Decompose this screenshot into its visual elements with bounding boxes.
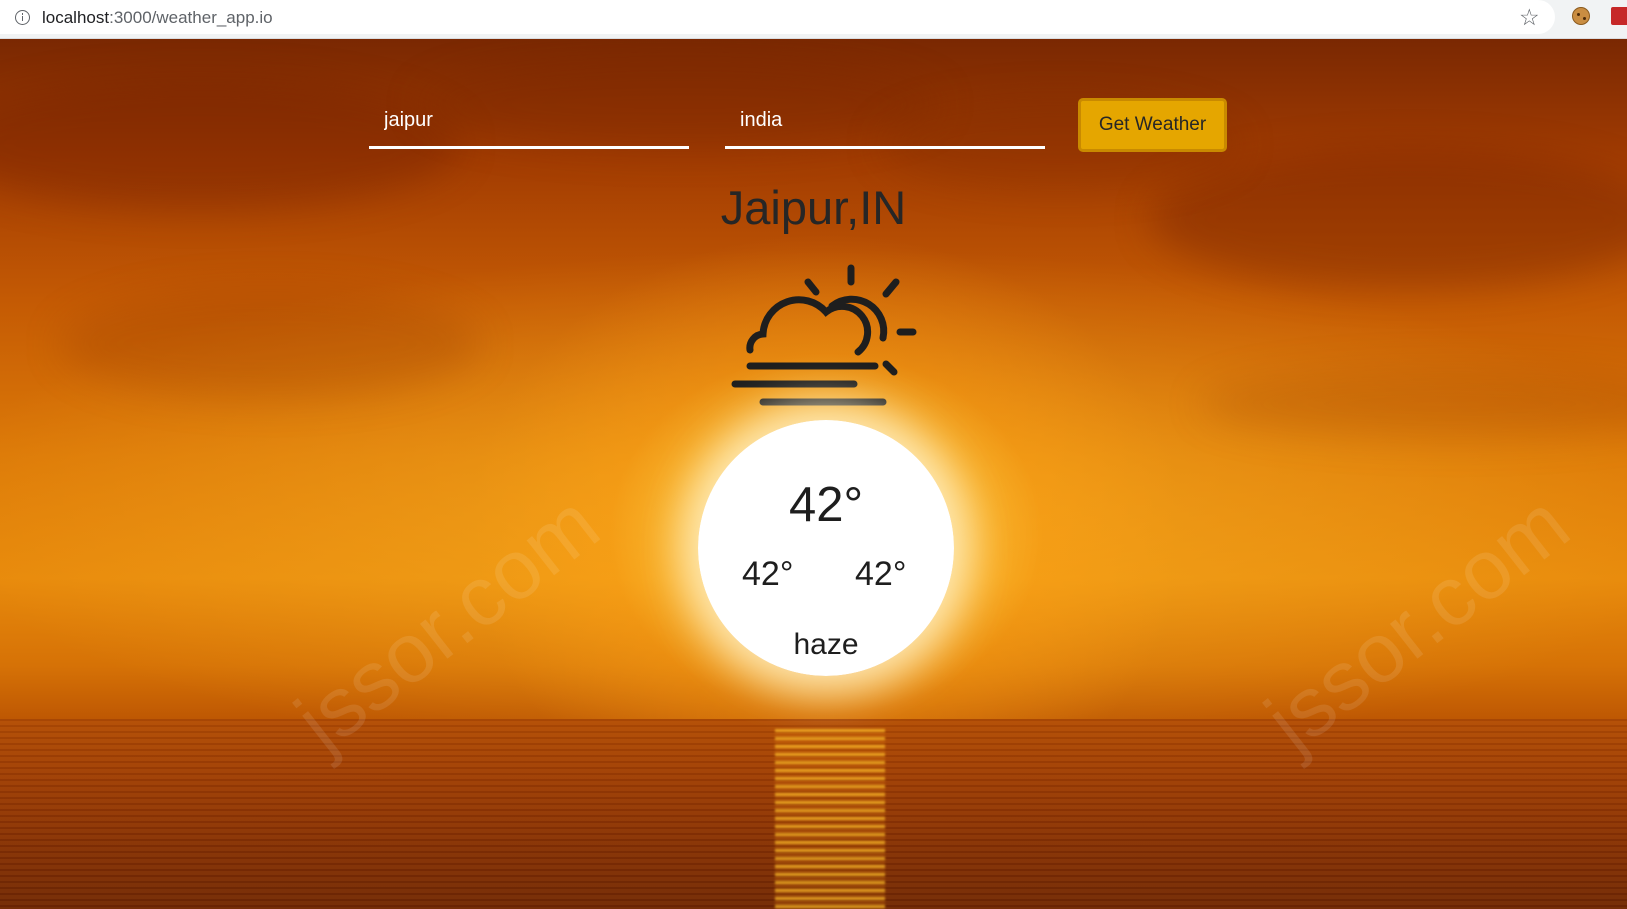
url-path: :3000/weather_app.io — [109, 8, 273, 27]
country-field — [725, 104, 1045, 149]
sun-reflection — [775, 729, 885, 909]
weather-description: haze — [793, 628, 859, 661]
url-text[interactable]: localhost:3000/weather_app.io — [42, 8, 273, 28]
get-weather-button[interactable]: Get Weather — [1078, 98, 1227, 152]
browser-toolbar: localhost:3000/weather_app.io ☆ — [0, 0, 1627, 39]
address-bar[interactable]: localhost:3000/weather_app.io — [0, 0, 1555, 34]
max-temperature: 42° — [855, 555, 907, 593]
weather-info-circle: 42° 42° 42° haze — [698, 420, 954, 676]
current-temperature: 42° — [788, 478, 864, 532]
country-input[interactable] — [725, 104, 1045, 146]
extension-icon[interactable] — [1611, 7, 1627, 25]
sun-haze-icon — [731, 264, 917, 406]
cloud — [60, 289, 480, 399]
location-title: Jaipur,IN — [720, 181, 907, 234]
city-field — [369, 104, 689, 149]
cookie-extension-icon[interactable] — [1572, 7, 1590, 25]
city-input[interactable] — [369, 104, 689, 146]
min-temperature: 42° — [742, 555, 794, 593]
cloud — [1200, 369, 1627, 439]
bookmark-star-icon[interactable]: ☆ — [1519, 3, 1540, 31]
url-host: localhost — [42, 8, 110, 27]
site-info-icon[interactable] — [15, 10, 30, 25]
